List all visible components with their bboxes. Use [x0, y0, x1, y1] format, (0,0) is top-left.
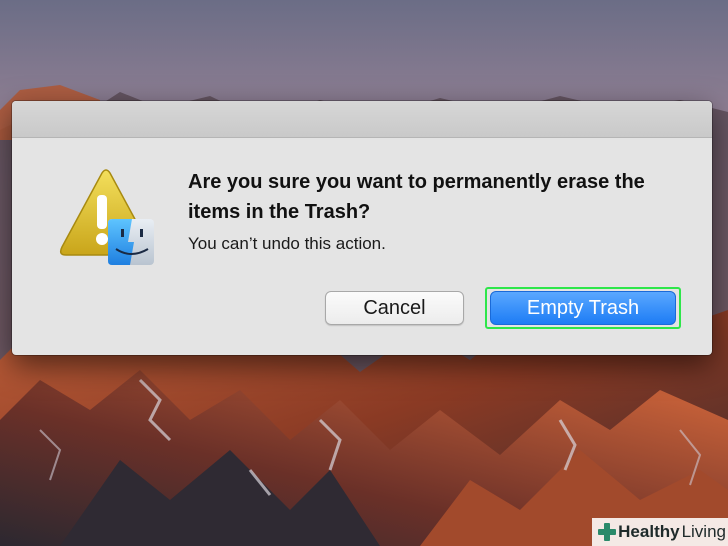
watermark-brand-bold: Healthy: [618, 522, 680, 541]
empty-trash-dialog: Are you sure you want to permanently era…: [12, 101, 712, 355]
dialog-titlebar: [12, 101, 712, 138]
cancel-button[interactable]: Cancel: [325, 291, 464, 325]
warning-finder-icon: [52, 167, 160, 271]
empty-trash-highlight: Empty Trash: [485, 287, 681, 329]
dialog-message: You can’t undo this action.: [188, 234, 386, 253]
dialog-heading: Are you sure you want to permanently era…: [188, 171, 645, 223]
watermark-brand-light: Living: [681, 522, 726, 541]
plus-icon: [598, 523, 617, 541]
empty-trash-button[interactable]: Empty Trash: [490, 291, 676, 325]
healthy-living-watermark: Healthy Living: [592, 518, 728, 546]
